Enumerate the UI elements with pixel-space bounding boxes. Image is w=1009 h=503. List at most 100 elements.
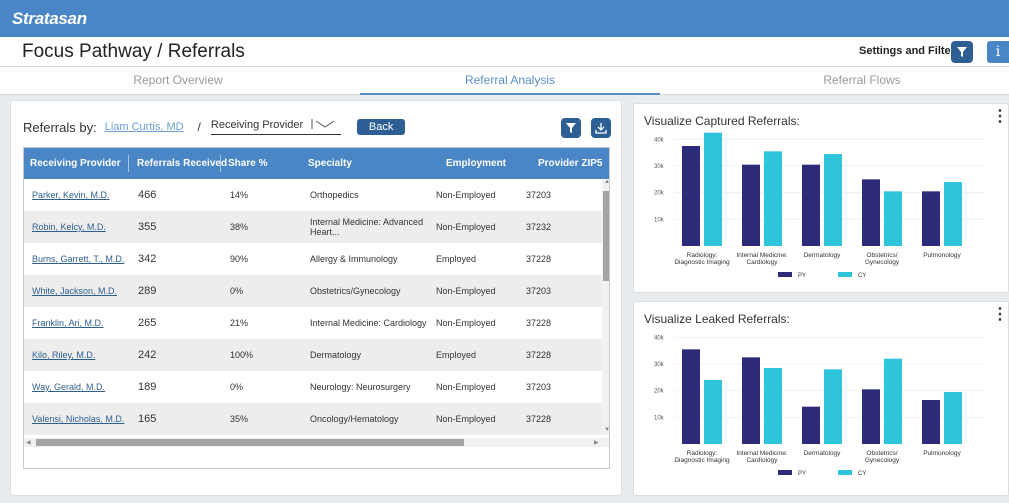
filter-icon	[957, 47, 967, 57]
col-share[interactable]: Share %	[228, 148, 267, 179]
x-category-label: Cardiology	[746, 259, 778, 266]
specialty: Orthopedics	[310, 190, 359, 200]
vertical-scroll-thumb[interactable]	[603, 191, 609, 281]
bar-py[interactable]	[682, 349, 700, 444]
y-tick-label: 10k	[654, 217, 665, 223]
horizontal-scroll-thumb[interactable]	[36, 439, 464, 446]
bar-py[interactable]	[802, 164, 820, 246]
col-referrals-received[interactable]: Referrals Received	[137, 148, 227, 179]
grouping-select[interactable]: Receiving Provider	[210, 119, 341, 135]
employment: Non-Employed	[436, 382, 496, 392]
x-category-label: Obstetrics/	[866, 252, 897, 259]
filter-icon	[566, 123, 576, 133]
provider-name[interactable]: Burns, Garrett, T., M.D.	[32, 243, 128, 275]
bar-py[interactable]	[862, 179, 880, 246]
x-category-label: Radiology:	[687, 450, 718, 457]
bar-py[interactable]	[802, 406, 820, 444]
bar-py[interactable]	[862, 389, 880, 444]
provider-zip5: 37203	[526, 286, 552, 296]
legend-label: PY	[798, 273, 806, 279]
table-row[interactable]: Robin, Kelcy, M.D. 355 38% Internal Medicin…	[24, 211, 602, 243]
specialty: Internal Medicine: Cardiology	[310, 318, 427, 328]
tab-report-overview[interactable]: Report Overview	[28, 67, 328, 95]
bar-cy[interactable]	[764, 368, 782, 444]
share-percent: 0%	[230, 382, 244, 392]
table-filter-button[interactable]	[561, 118, 581, 138]
x-category-label: Radiology:	[687, 252, 718, 259]
bar-cy[interactable]	[944, 392, 962, 444]
col-provider-zip5[interactable]: Provider ZIP5	[538, 148, 602, 179]
bar-cy[interactable]	[824, 369, 842, 444]
table-row[interactable]: Parker, Kevin, M.D. 466 14% Orthopedics Non-…	[24, 179, 602, 211]
scroll-left-icon[interactable]: ◀	[26, 439, 31, 446]
table-row[interactable]: Way, Gerald, M.D. 189 0% Neurology: Neurosu…	[24, 371, 602, 403]
share-percent: 90%	[230, 254, 249, 264]
share-percent: 35%	[230, 414, 249, 424]
provider-link[interactable]: Liam Curtis, MD	[105, 121, 184, 133]
provider-name[interactable]: Way, Gerald, M.D.	[32, 371, 128, 403]
share-percent: 100%	[230, 350, 254, 360]
bar-cy[interactable]	[764, 151, 782, 246]
captured-referrals-card: Visualize Captured Referrals: ⋮ 40k 30k 20…	[633, 103, 1009, 293]
provider-name[interactable]: Parker, Kevin, M.D.	[32, 179, 128, 211]
stratasan-logo: Stratasan	[12, 8, 87, 28]
bar-cy[interactable]	[944, 182, 962, 246]
table-row[interactable]: White, Jackson, M.D. 289 0% Obstetrics/Gyne…	[24, 275, 602, 307]
settings-filters-label: Settings and Filters:	[859, 45, 965, 57]
provider-name[interactable]: Valensi, Nicholas, M.D.	[32, 403, 128, 435]
table-row[interactable]: Kilo, Riley, M.D. 242 100% Dermatology Emplo…	[24, 339, 602, 371]
back-button[interactable]: Back	[356, 119, 406, 135]
bar-py[interactable]	[682, 146, 700, 246]
top-bar: Stratasan	[0, 0, 1009, 37]
bar-cy[interactable]	[704, 380, 722, 444]
col-receiving-provider[interactable]: Receiving Provider	[30, 148, 121, 179]
x-category-label: Dermatology	[804, 450, 842, 457]
share-percent: 21%	[230, 318, 249, 328]
provider-zip5: 37232	[526, 222, 552, 232]
legend-label: PY	[798, 471, 806, 477]
table-row[interactable]: Valensi, Nicholas, M.D. 165 35% Oncology/He…	[24, 403, 602, 435]
vertical-scrollbar[interactable]: ▲ ▼	[602, 179, 609, 435]
settings-filter-button[interactable]	[951, 41, 973, 63]
table-row[interactable]: Franklin, Ari, M.D. 265 21% Internal Medici…	[24, 307, 602, 339]
legend-swatch	[778, 470, 792, 475]
share-percent: 14%	[230, 190, 249, 200]
col-specialty[interactable]: Specialty	[308, 148, 352, 179]
provider-name[interactable]: Franklin, Ari, M.D.	[32, 307, 128, 339]
scroll-down-icon[interactable]: ▼	[604, 427, 609, 433]
table-header: Receiving Provider Referrals Received Sh…	[24, 148, 609, 179]
provider-name[interactable]: Robin, Kelcy, M.D.	[32, 211, 128, 243]
specialty: Allergy & Immunology	[310, 254, 398, 264]
bar-py[interactable]	[922, 191, 940, 246]
column-divider	[128, 155, 129, 172]
provider-name[interactable]: White, Jackson, M.D.	[32, 275, 128, 307]
chevron-down-icon	[311, 119, 335, 129]
horizontal-scrollbar[interactable]: ◀ ▶	[24, 438, 609, 447]
bar-cy[interactable]	[884, 191, 902, 246]
info-button[interactable]: i	[987, 41, 1009, 63]
employment: Employed	[436, 254, 477, 264]
col-employment[interactable]: Employment	[446, 148, 506, 179]
x-category-label: Diagnostic Imaging	[674, 457, 730, 464]
bar-py[interactable]	[742, 164, 760, 246]
provider-zip5: 37203	[526, 190, 552, 200]
download-button[interactable]	[591, 118, 611, 138]
tab-referral-analysis[interactable]: Referral Analysis	[360, 67, 660, 95]
x-category-label: Dermatology	[804, 252, 842, 259]
specialty: Obstetrics/Gynecology	[310, 286, 401, 296]
bar-cy[interactable]	[884, 358, 902, 444]
scroll-up-icon[interactable]: ▲	[604, 179, 609, 185]
provider-name[interactable]: Kilo, Riley, M.D.	[32, 339, 128, 371]
legend-label: CY	[858, 273, 866, 279]
specialty: Neurology: Neurosurgery	[310, 382, 411, 392]
scroll-right-icon[interactable]: ▶	[594, 439, 599, 446]
breadcrumb-separator: /	[197, 120, 201, 134]
leaked-referrals-chart: 40k 30k 20k 10k Radiology:Diagnostic Imaging…	[654, 335, 984, 477]
bar-py[interactable]	[742, 357, 760, 444]
tab-referral-flows[interactable]: Referral Flows	[712, 67, 1009, 95]
bar-cy[interactable]	[824, 154, 842, 246]
bar-cy[interactable]	[704, 132, 722, 246]
bar-py[interactable]	[922, 400, 940, 444]
referrals-received: 242	[138, 349, 157, 361]
table-row[interactable]: Burns, Garrett, T., M.D. 342 90% Allergy & …	[24, 243, 602, 275]
